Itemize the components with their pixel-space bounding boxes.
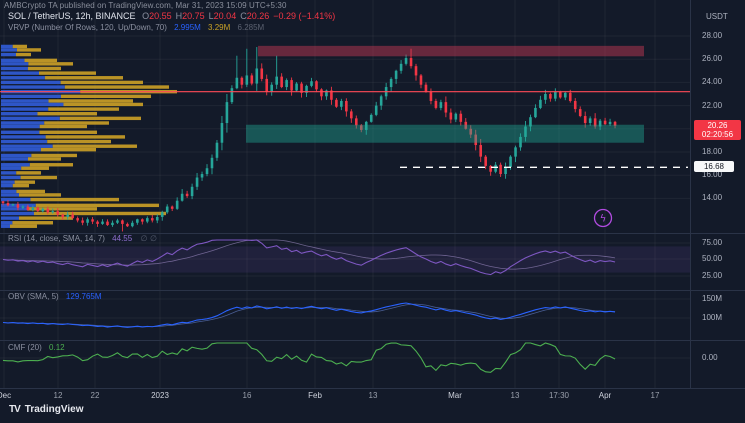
time-tick-label: 2023 xyxy=(151,391,169,400)
vrvp-label: VRVP (Number Of Rows, 120, Up/Down, 70) xyxy=(8,23,167,32)
rsi-tick-label: 75.00 xyxy=(702,238,722,247)
cmf-value: 0.12 xyxy=(49,343,65,352)
vrvp-down-volume: 3.29M xyxy=(208,23,230,32)
tradingview-chart-window: ϟ AMBCrypto TA published on TradingView.… xyxy=(0,0,745,423)
lightning-marker-glyph: ϟ xyxy=(600,214,607,225)
price-tick-label: 28.00 xyxy=(702,31,722,40)
time-tick-label: Apr xyxy=(599,391,611,400)
time-tick-label: Feb xyxy=(308,391,322,400)
level-price-badge: 16.68 xyxy=(694,161,734,172)
ohlc-value: −0.29 (−1.41%) xyxy=(273,11,335,21)
rsi-status-row: RSI (14, close, SMA, 14, 7) 44.55 ∅ ∅ xyxy=(8,234,157,243)
ohlc-value: 20.55 xyxy=(149,11,172,21)
last-price: 20.26 xyxy=(694,121,741,130)
cmf-label: CMF (20) xyxy=(8,343,42,352)
last-price-badge: 20.26 02:20:56 xyxy=(694,120,741,140)
ohlc-value: 20.26 xyxy=(247,11,270,21)
time-tick-label: 12 xyxy=(54,391,63,400)
price-tick-label: 14.00 xyxy=(702,193,722,202)
tradingview-logo[interactable]: TV TradingView xyxy=(9,404,84,415)
tradingview-logo-text: TradingView xyxy=(25,404,84,415)
symbol-title: SOL / TetherUS, 12h, BINANCE xyxy=(8,11,136,21)
price-tick-label: 26.00 xyxy=(702,54,722,63)
obv-value: 129.765M xyxy=(66,292,102,301)
ohlc-values: O20.55H20.75L20.04C20.26−0.29 (−1.41%) xyxy=(138,11,335,21)
time-tick-label: 17 xyxy=(651,391,660,400)
cmf-tick-label: 0.00 xyxy=(702,353,718,362)
time-tick-label: 13 xyxy=(511,391,520,400)
ohlc-value: 20.04 xyxy=(214,11,237,21)
ohlc-value: 20.75 xyxy=(182,11,205,21)
obv-tick-label: 100M xyxy=(702,313,722,322)
obv-tick-label: 150M xyxy=(702,294,722,303)
cmf-status-row: CMF (20) 0.12 xyxy=(8,343,65,352)
vrvp-total-volume: 6.285M xyxy=(238,23,265,32)
time-tick-label: Mar xyxy=(448,391,462,400)
rsi-label: RSI (14, close, SMA, 14, 7) xyxy=(8,234,105,243)
time-tick-label: 16 xyxy=(243,391,252,400)
obv-label: OBV (SMA, 5) xyxy=(8,292,59,301)
price-tick-label: 24.00 xyxy=(702,77,722,86)
time-tick-label: 13 xyxy=(369,391,378,400)
price-axis-currency: USDT xyxy=(706,12,728,21)
rsi-hidden-values: ∅ ∅ xyxy=(140,234,156,243)
rsi-value: 44.55 xyxy=(112,234,132,243)
vrvp-status-row: VRVP (Number Of Rows, 120, Up/Down, 70) … xyxy=(8,23,264,32)
rsi-tick-label: 50.00 xyxy=(702,254,722,263)
symbol-title-row: SOL / TetherUS, 12h, BINANCE O20.55H20.7… xyxy=(8,11,335,21)
tradingview-logo-icon: TV xyxy=(9,404,20,415)
price-tick-label: 22.00 xyxy=(702,101,722,110)
vrvp-up-volume: 2.995M xyxy=(174,23,201,32)
time-tick-label: Dec xyxy=(0,391,11,400)
bar-countdown: 02:20:56 xyxy=(694,130,741,139)
time-tick-label: 22 xyxy=(91,391,100,400)
price-tick-label: 18.00 xyxy=(702,147,722,156)
attribution-text: AMBCrypto TA published on TradingView.co… xyxy=(4,1,287,10)
rsi-tick-label: 25.00 xyxy=(702,271,722,280)
chart-canvas[interactable]: ϟ xyxy=(0,0,745,423)
obv-status-row: OBV (SMA, 5) 129.765M xyxy=(8,292,102,301)
time-tick-label: 17:30 xyxy=(549,391,569,400)
